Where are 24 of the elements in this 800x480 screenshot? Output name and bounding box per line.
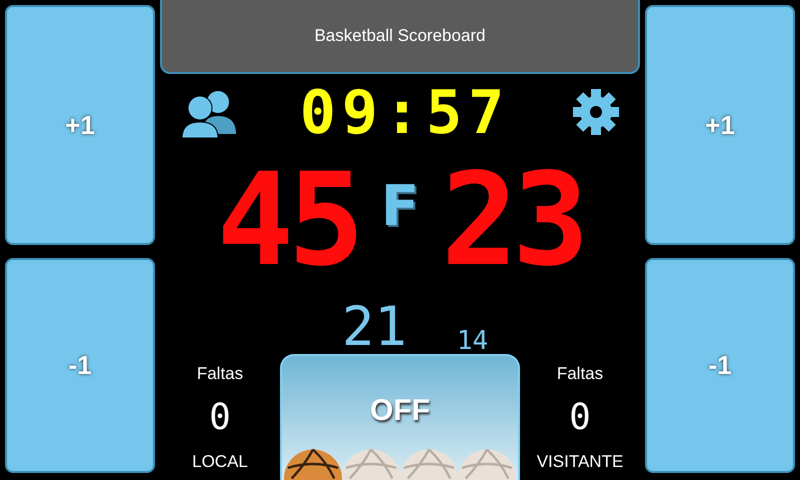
fouls-count: 0 bbox=[209, 400, 231, 436]
window-title: Basketball Scoreboard bbox=[160, 0, 640, 74]
minus-one-button[interactable]: -1 bbox=[645, 258, 795, 473]
settings-icon[interactable] bbox=[572, 88, 620, 138]
team-name: LOCAL bbox=[192, 452, 248, 472]
home-score: 45 bbox=[216, 157, 359, 285]
minus-one-button[interactable]: -1 bbox=[5, 258, 155, 473]
game-clock: 09:57 bbox=[300, 83, 510, 143]
fouls-label: Faltas bbox=[556, 364, 604, 384]
plus-one-button[interactable]: +1 bbox=[5, 5, 155, 245]
basketball-icon bbox=[284, 448, 342, 480]
toggle-button[interactable]: OFF bbox=[280, 354, 520, 480]
fouls-count: 0 bbox=[569, 400, 591, 436]
fouls-label: Faltas bbox=[196, 364, 244, 384]
basketball-icon bbox=[458, 448, 516, 480]
people-icon[interactable] bbox=[180, 88, 238, 138]
secondary-counter: 14 bbox=[456, 328, 488, 354]
period-counter: 21 bbox=[342, 300, 407, 354]
possession-indicator: F bbox=[380, 174, 420, 238]
team-name: VISITANTE bbox=[536, 452, 624, 472]
plus-one-button[interactable]: +1 bbox=[645, 5, 795, 245]
basketball-icon bbox=[342, 448, 400, 480]
basketball-icon bbox=[400, 448, 458, 480]
away-score: 23 bbox=[441, 157, 584, 285]
